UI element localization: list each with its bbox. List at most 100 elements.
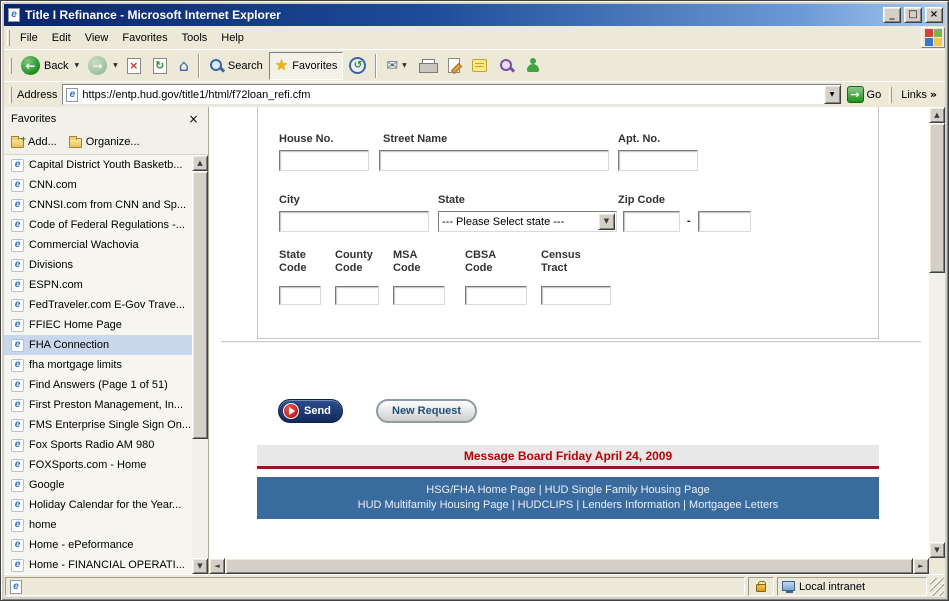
send-button[interactable]: Send	[278, 399, 343, 423]
links-grip[interactable]	[889, 87, 892, 103]
census-tract-input[interactable]	[541, 286, 611, 305]
favorites-item[interactable]: e FFIEC Home Page	[4, 315, 192, 335]
address-grip[interactable]	[9, 87, 12, 103]
content-vertical-scroll-thumb[interactable]	[929, 123, 945, 273]
ie-favicon-icon: e	[11, 399, 24, 412]
favorites-item[interactable]: e FOXSports.com - Home	[4, 455, 192, 475]
favorites-item[interactable]: e FHA Connection	[4, 335, 192, 355]
favorites-item[interactable]: e FedTraveler.com E-Gov Trave...	[4, 295, 192, 315]
address-dropdown-icon[interactable]: ▼	[824, 85, 841, 104]
favorites-item[interactable]: e Home - ePeformance	[4, 535, 192, 555]
favorites-item[interactable]: e ESPN.com	[4, 275, 192, 295]
favorites-scroll-thumb[interactable]	[192, 171, 208, 439]
menu-item[interactable]: View	[78, 28, 116, 48]
resize-grip[interactable]	[930, 578, 944, 596]
home-button[interactable]: ⌂	[173, 52, 195, 80]
zip-input[interactable]	[623, 211, 680, 232]
favorites-item[interactable]: e Home - FINANCIAL OPERATI...	[4, 555, 192, 574]
mail-button[interactable]: ✉ ▼	[380, 52, 412, 80]
favorites-item[interactable]: e FMS Enterprise Single Sign On...	[4, 415, 192, 435]
favorites-scroll-down-icon[interactable]: ▼	[192, 558, 208, 574]
titlebar[interactable]: e Title I Refinance - Microsoft Internet…	[4, 4, 945, 26]
favorites-item-label: Home - FINANCIAL OPERATI...	[29, 559, 185, 571]
back-dropdown-icon[interactable]: ▼	[74, 62, 82, 69]
menu-item[interactable]: File	[13, 28, 45, 48]
research-button[interactable]	[493, 52, 520, 80]
content-scroll-right-icon[interactable]: ►	[913, 558, 929, 574]
favorites-item[interactable]: e home	[4, 515, 192, 535]
maximize-button[interactable]: □	[904, 7, 922, 23]
messenger-button[interactable]	[520, 52, 546, 80]
footer-links-line1[interactable]: HSG/FHA Home Page | HUD Single Family Ho…	[257, 483, 879, 498]
favorites-scrollbar[interactable]: ▲ ▼	[192, 155, 208, 574]
favorites-item[interactable]: e Holiday Calendar for the Year...	[4, 495, 192, 515]
messenger-icon	[526, 58, 540, 73]
content-scroll-up-icon[interactable]: ▲	[929, 107, 945, 123]
city-input[interactable]	[279, 211, 429, 232]
forward-button[interactable]: →	[82, 52, 113, 80]
intranet-zone-icon	[782, 581, 795, 591]
menu-item[interactable]: Favorites	[115, 28, 174, 48]
content-vertical-scrollbar[interactable]: ▲ ▼	[929, 107, 945, 558]
new-request-button[interactable]: New Request	[376, 399, 477, 423]
msa-code-input[interactable]	[393, 286, 445, 305]
state-code-input[interactable]	[279, 286, 321, 305]
close-button[interactable]: ×	[925, 7, 943, 23]
favorites-item[interactable]: e Code of Federal Regulations -...	[4, 215, 192, 235]
toolbar-grip[interactable]	[9, 58, 12, 74]
minimize-button[interactable]: _	[883, 7, 901, 23]
refresh-button[interactable]: ↻	[147, 52, 173, 80]
favorites-item[interactable]: e Find Answers (Page 1 of 51)	[4, 375, 192, 395]
house-no-input[interactable]	[279, 150, 369, 171]
favorites-scroll-up-icon[interactable]: ▲	[192, 155, 208, 171]
content-scroll-down-icon[interactable]: ▼	[929, 542, 945, 558]
edit-button[interactable]	[442, 52, 466, 80]
favorites-item[interactable]: e First Preston Management, In...	[4, 395, 192, 415]
favorites-item[interactable]: e CNNSI.com from CNN and Sp...	[4, 195, 192, 215]
stop-button[interactable]: ×	[121, 52, 147, 80]
send-label: Send	[304, 405, 331, 417]
zip-plus4-input[interactable]	[698, 211, 751, 232]
favorites-item[interactable]: e CNN.com	[4, 175, 192, 195]
state-select-arrow-icon[interactable]: ▼	[598, 213, 615, 230]
favorites-item[interactable]: e Commercial Wachovia	[4, 235, 192, 255]
content-horizontal-scroll-thumb[interactable]	[225, 558, 913, 574]
menu-grip[interactable]	[7, 30, 10, 46]
menu-item[interactable]: Edit	[45, 28, 78, 48]
county-code-input[interactable]	[335, 286, 379, 305]
menu-item[interactable]: Tools	[175, 28, 215, 48]
content-scroll-left-icon[interactable]: ◄	[209, 558, 225, 574]
forward-dropdown-icon[interactable]: ▼	[113, 62, 121, 69]
favorites-close-icon[interactable]: ×	[186, 111, 201, 126]
favorites-item[interactable]: e fha mortgage limits	[4, 355, 192, 375]
favorites-item[interactable]: e Google	[4, 475, 192, 495]
search-button[interactable]: Search	[203, 52, 269, 80]
back-button[interactable]: ← Back	[15, 52, 74, 80]
status-pane-main: e	[5, 577, 745, 596]
links-button[interactable]: Links »	[895, 88, 943, 101]
footer-links-line2[interactable]: HUD Multifamily Housing Page | HUDCLIPS …	[257, 498, 879, 513]
send-arrow-icon	[283, 403, 299, 419]
cbsa-code-input[interactable]	[465, 286, 527, 305]
history-button[interactable]: ↺	[343, 52, 372, 80]
address-url[interactable]: https://entp.hud.gov/title1/html/f72loan…	[82, 89, 819, 101]
go-button[interactable]: → Go	[842, 86, 887, 103]
page-footer: HSG/FHA Home Page | HUD Single Family Ho…	[257, 477, 879, 519]
add-favorite-button[interactable]: Add...	[11, 136, 57, 148]
menu-item[interactable]: Help	[214, 28, 251, 48]
favorites-item[interactable]: e Fox Sports Radio AM 980	[4, 435, 192, 455]
favorites-item[interactable]: e Capital District Youth Basketb...	[4, 155, 192, 175]
favorites-item[interactable]: e Divisions	[4, 255, 192, 275]
state-select[interactable]: --- Please Select state --- ▼	[438, 211, 617, 232]
apt-no-input[interactable]	[618, 150, 698, 171]
organize-favorites-button[interactable]: Organize...	[69, 136, 140, 148]
content-horizontal-scrollbar[interactable]: ◄ ►	[209, 558, 929, 574]
print-button[interactable]	[413, 52, 442, 80]
favorites-button[interactable]: ★ Favorites	[269, 52, 344, 80]
ie-favicon-icon: e	[11, 299, 24, 312]
new-request-label: New Request	[392, 405, 461, 417]
discuss-button[interactable]	[466, 52, 493, 80]
street-name-input[interactable]	[379, 150, 609, 171]
address-field[interactable]: e https://entp.hud.gov/title1/html/f72lo…	[62, 84, 841, 105]
message-board-link[interactable]: Message Board Friday April 24, 2009	[464, 449, 672, 463]
